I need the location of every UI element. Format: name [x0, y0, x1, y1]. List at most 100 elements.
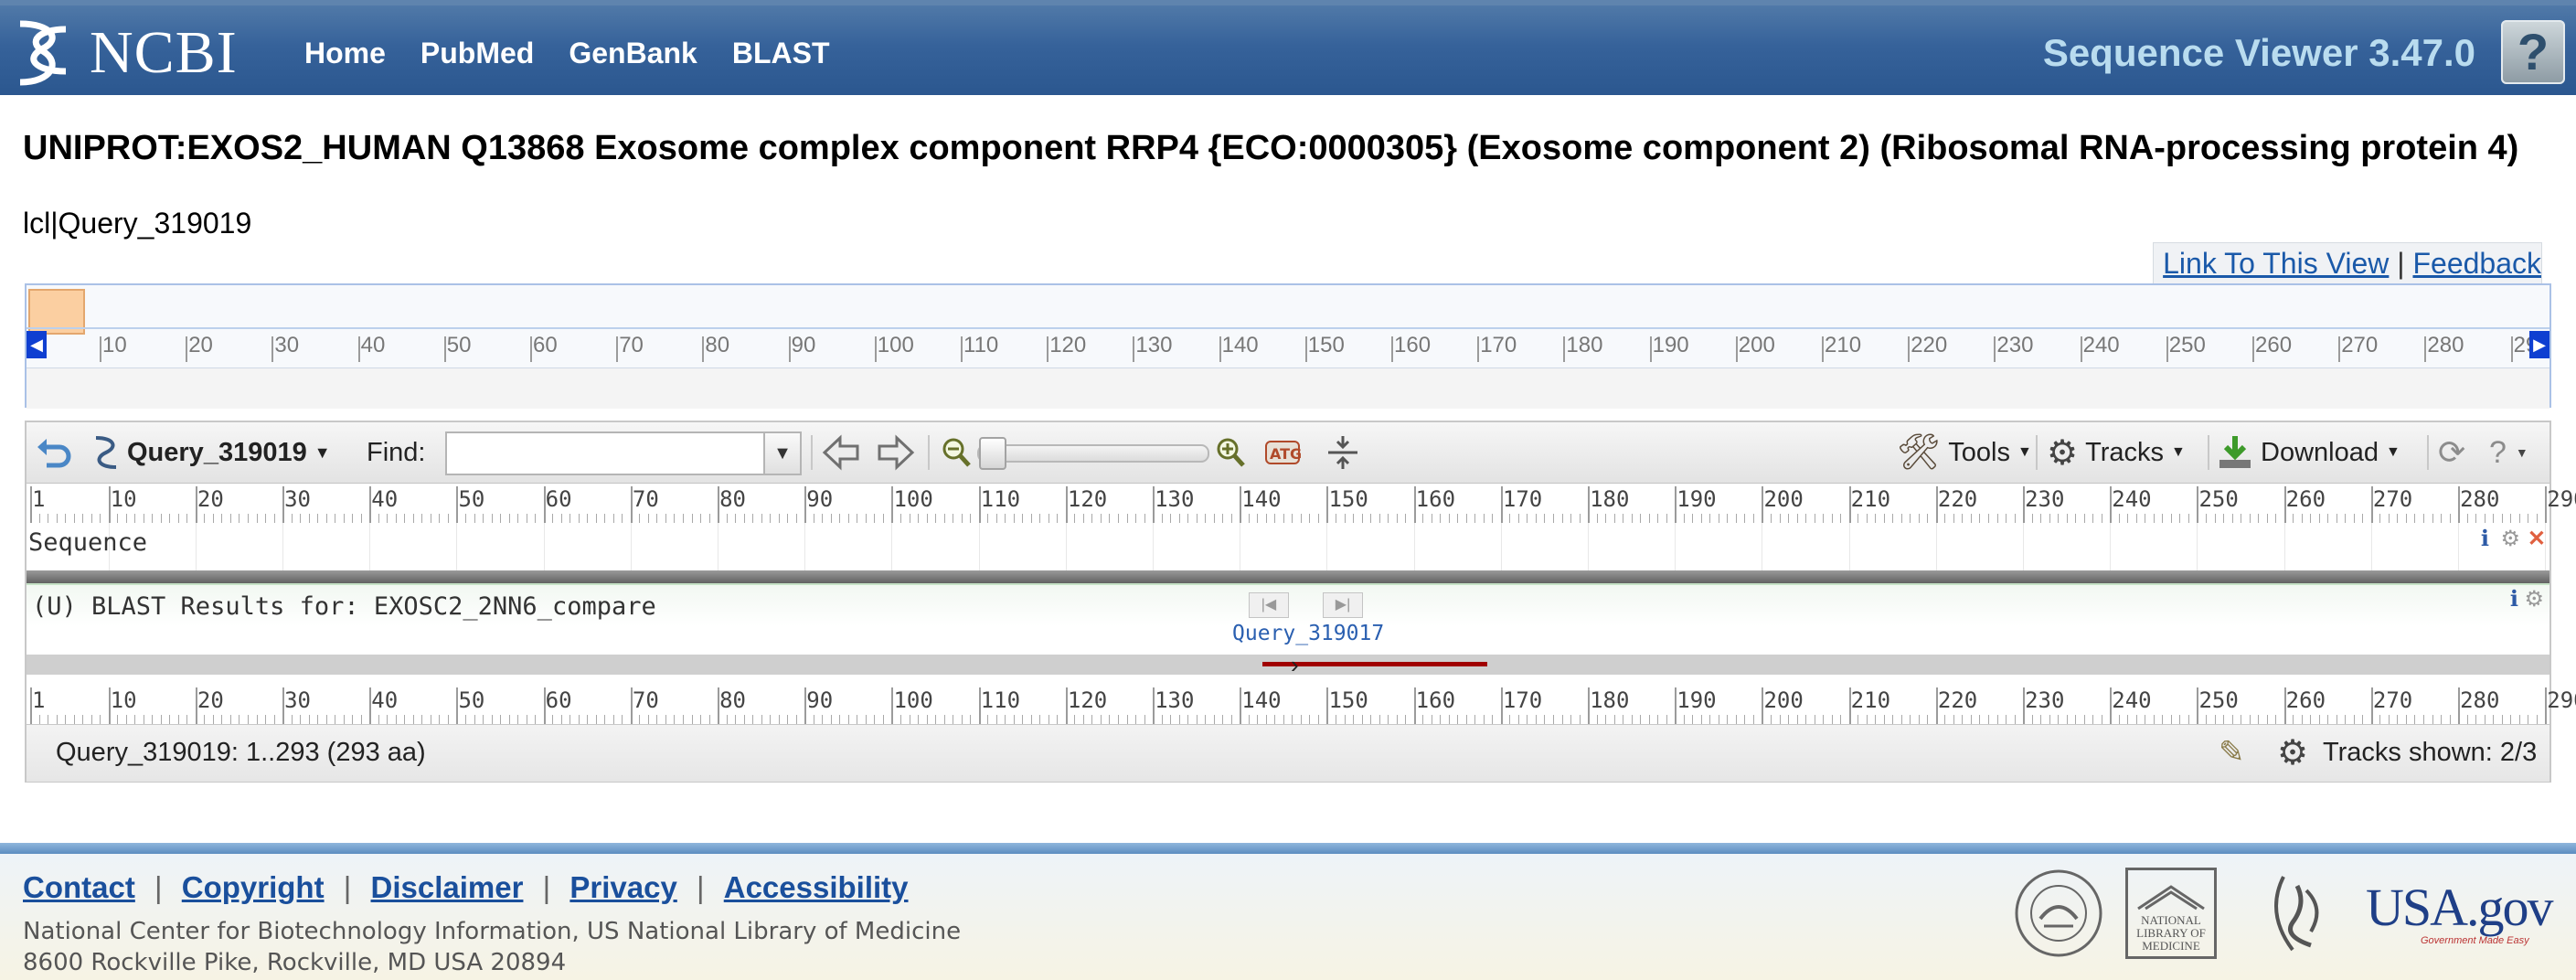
top-ruler-minor-tick [1553, 514, 1554, 523]
bottom-ruler-minor-tick [1283, 715, 1284, 724]
gear-icon: ⚙ [2047, 433, 2079, 473]
top-ruler-minor-tick [2510, 514, 2512, 523]
bottom-ruler-minor-tick [2231, 715, 2233, 724]
overview-tick-label: 210 [1825, 333, 1862, 357]
help-button[interactable]: ? [2501, 20, 2565, 84]
undo-icon[interactable] [36, 422, 72, 483]
tracks-menu[interactable]: ⚙ Tracks ▼ [2047, 422, 2186, 483]
bottom-ruler-minor-tick [935, 715, 937, 724]
top-ruler-minor-tick [830, 514, 832, 523]
zoom-out-icon[interactable] [941, 422, 972, 483]
nav-genbank[interactable]: GenBank [569, 37, 697, 70]
bottom-ruler-minor-tick [1648, 715, 1650, 724]
bottom-ruler-minor-tick [1553, 715, 1554, 724]
top-ruler-minor-tick [2441, 514, 2443, 523]
hit-label[interactable]: Query_319017 [1232, 622, 1384, 645]
footer-link-privacy[interactable]: Privacy [569, 870, 676, 904]
top-ruler-minor-tick [1527, 514, 1528, 523]
top-ruler-minor-tick [1126, 514, 1128, 523]
edit-icon[interactable]: ✎ [2219, 734, 2245, 771]
next-arrow-icon[interactable] [877, 422, 915, 483]
overview-tick-label: 250 [2168, 333, 2206, 357]
bottom-ruler-minor-tick [1074, 715, 1076, 724]
help-menu[interactable]: ? ▼ [2489, 422, 2528, 483]
bottom-ruler-minor-tick [1483, 715, 1485, 724]
bottom-ruler-minor-tick [2014, 715, 2016, 724]
bottom-ruler-minor-tick [1657, 715, 1659, 724]
nlm-logo-text: NATIONAL LIBRARY OF MEDICINE [2136, 913, 2206, 953]
nav-home[interactable]: Home [304, 37, 386, 70]
overview-tick [2510, 336, 2513, 362]
bottom-ruler-minor-tick [2466, 715, 2468, 724]
gear-icon[interactable]: ⚙ [2277, 732, 2308, 773]
bottom-ruler-minor-tick [273, 715, 275, 724]
prev-arrow-icon[interactable] [822, 422, 860, 483]
overview-panel[interactable]: ◀ 10 20 30 40 50 60 70 80 90 100 110 120 130 140 150 16… [25, 283, 2551, 409]
feedback-link[interactable]: Feedback [2412, 247, 2541, 280]
zoom-slider[interactable] [977, 444, 1209, 463]
sequence-selector[interactable]: Query_319019 ▼ [92, 422, 331, 483]
gear-icon[interactable]: ⚙ [2500, 527, 2520, 552]
bottom-ruler-minor-tick [560, 715, 562, 724]
bottom-ruler-minor-tick [604, 715, 606, 724]
bottom-ruler-minor-tick [2518, 715, 2520, 724]
top-ruler-minor-tick [2083, 514, 2085, 523]
link-to-view[interactable]: Link To This View [2163, 247, 2389, 280]
nav-blast[interactable]: BLAST [732, 37, 830, 70]
top-ruler-minor-tick [778, 514, 780, 523]
bottom-ruler-minor-tick [421, 715, 423, 724]
helix-icon [95, 436, 117, 469]
bottom-ruler-minor-tick [2432, 715, 2433, 724]
usa-gov-logo[interactable]: USA.gov Government Made Easy [2366, 863, 2554, 964]
top-ruler-minor-tick [186, 514, 188, 523]
bottom-ruler: 1 10 20 30 40 50 60 70 80 90 100 110 120 130 140 150 160… [27, 684, 2576, 724]
chevron-down-icon: ▼ [2017, 444, 2032, 460]
nlm-logo[interactable]: NATIONAL LIBRARY OF MEDICINE [2123, 863, 2219, 964]
find-dropdown-button[interactable]: ▼ [765, 431, 802, 475]
top-ruler-minor-tick [1579, 514, 1581, 523]
bottom-ruler-minor-tick [2414, 715, 2416, 724]
footer-divider [0, 843, 2576, 854]
footer-link-copyright[interactable]: Copyright [182, 870, 325, 904]
tools-menu[interactable]: 🛠 Tools ▼ [1897, 422, 2032, 483]
zoom-slider-handle[interactable] [979, 437, 1006, 470]
top-ruler-minor-tick [1091, 514, 1093, 523]
info-icon[interactable]: ℹ [2510, 587, 2518, 612]
zoom-to-sequence-icon[interactable]: ATG [1264, 422, 1301, 483]
bottom-ruler-tick-label: 290 [2547, 687, 2576, 713]
info-icon[interactable]: ℹ [2481, 527, 2489, 552]
zoom-in-icon[interactable] [1215, 422, 1246, 483]
footer-link-disclaimer[interactable]: Disclaimer [371, 870, 524, 904]
hhs-logo[interactable] [2254, 863, 2340, 964]
top-ruler-minor-tick [2135, 514, 2137, 523]
gear-icon[interactable]: ⚙ [2524, 587, 2544, 612]
download-menu[interactable]: Download ▼ [2217, 422, 2400, 483]
top-ruler-tick-label: 10 [110, 486, 137, 512]
nav-pubmed[interactable]: PubMed [420, 37, 534, 70]
chevron-down-icon: ▼ [2385, 444, 2400, 460]
overview-tick-label: 90 [791, 333, 816, 357]
fit-to-panel-icon[interactable] [1326, 422, 1359, 483]
bottom-ruler-minor-tick [1953, 715, 1954, 724]
bottom-ruler-minor-tick [2362, 715, 2364, 724]
top-ruler-minor-tick [656, 514, 658, 523]
usa-gov-text: USA.gov [2366, 878, 2554, 937]
bottom-ruler-minor-tick [535, 715, 537, 724]
footer-link-accessibility[interactable]: Accessibility [724, 870, 909, 904]
close-icon[interactable]: ✕ [2528, 527, 2546, 552]
bottom-ruler-minor-tick [1683, 715, 1685, 724]
first-hit-icon[interactable]: |◀ [1249, 592, 1289, 618]
pan-right-icon[interactable]: ▶ [2529, 331, 2549, 358]
top-ruler-tick-label: 160 [1415, 486, 1456, 512]
find-input[interactable] [445, 431, 765, 475]
next-hit-icon[interactable]: ▶| [1323, 592, 1363, 618]
bottom-ruler-minor-tick [256, 715, 258, 724]
bottom-ruler-minor-tick [308, 715, 310, 724]
top-ruler-minor-tick [1805, 514, 1807, 523]
footer-link-contact[interactable]: Contact [23, 870, 135, 904]
refresh-icon[interactable]: ⟳ [2438, 422, 2465, 483]
ncbi-logo[interactable]: NCBI [11, 16, 238, 90]
top-ruler-minor-tick [2014, 514, 2016, 523]
nih-logo[interactable] [2011, 863, 2106, 964]
bottom-ruler-minor-tick [735, 715, 737, 724]
